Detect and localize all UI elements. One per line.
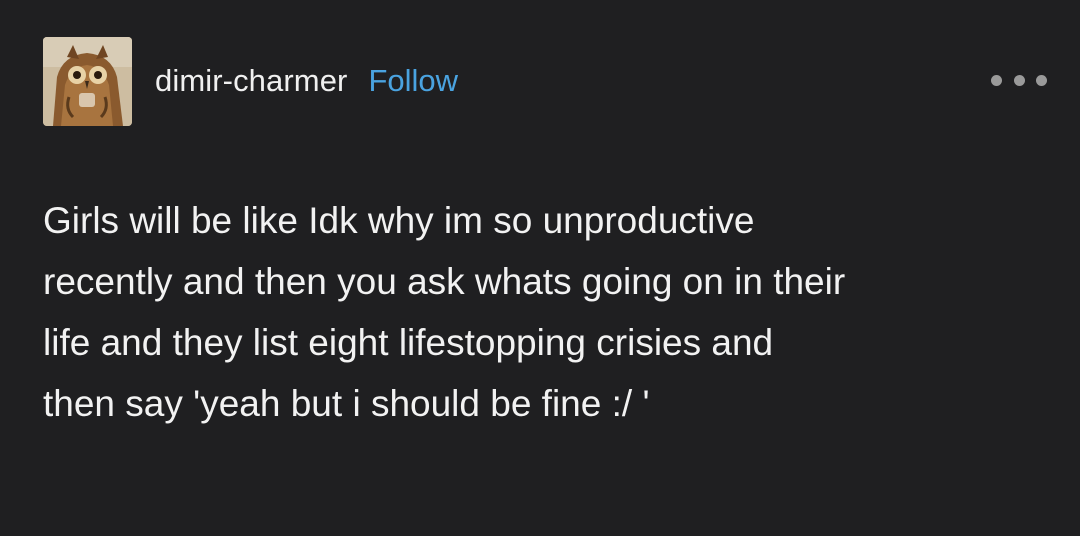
owl-avatar-icon	[43, 36, 132, 126]
dot	[1036, 74, 1047, 86]
more-options-icon[interactable]	[991, 70, 1047, 90]
post-body-line: then say 'yeah but i should be fine :/ '	[43, 383, 650, 424]
post-body-line: Girls will be like Idk why im so unprodu…	[43, 200, 755, 241]
username[interactable]: dimir-charmer	[155, 63, 347, 99]
dot	[1013, 74, 1025, 86]
post-body-line: life and they list eight lifestopping cr…	[43, 322, 774, 363]
post-body-line: recently and then you ask whats going on…	[43, 261, 846, 302]
avatar[interactable]	[43, 36, 132, 126]
post-card: dimir-charmer Follow Girls will be like …	[0, 0, 1080, 536]
post-header: dimir-charmer Follow	[43, 36, 458, 126]
follow-button[interactable]: Follow	[368, 63, 458, 99]
post-body: Girls will be like Idk why im so unprodu…	[43, 190, 1053, 434]
dot	[991, 74, 1002, 86]
